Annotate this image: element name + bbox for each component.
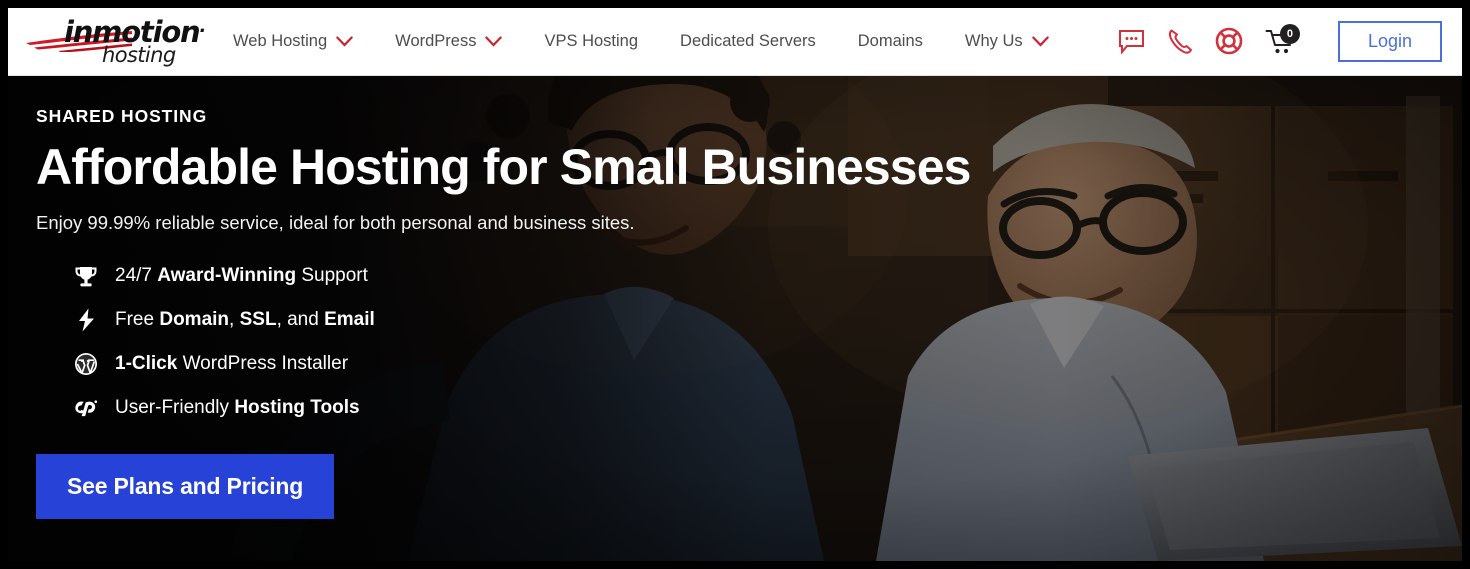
feature-label: 1-Click WordPress Installer — [115, 353, 349, 374]
feature-label: 24/7 Award-Winning Support — [115, 265, 368, 286]
nav-item-wordpress[interactable]: WordPress — [374, 32, 523, 51]
logo-tagline: hosting — [102, 42, 176, 67]
lightning-icon — [74, 308, 98, 332]
feature-item-free-domain-ssl-email: Free Domain, SSL, and Email — [74, 298, 1036, 342]
feature-item-support: 24/7 Award-Winning Support — [74, 254, 1036, 298]
hero-feature-list: 24/7 Award-Winning Support Free Domain, … — [74, 254, 1036, 430]
nav-item-domains[interactable]: Domains — [837, 32, 944, 51]
hero-banner: SHARED HOSTING Affordable Hosting for Sm… — [8, 76, 1462, 561]
see-plans-and-pricing-button[interactable]: See Plans and Pricing — [36, 454, 335, 519]
nav-label: WordPress — [395, 32, 477, 50]
chevron-down-icon — [336, 36, 353, 47]
feature-label: Free Domain, SSL, and Email — [115, 309, 375, 330]
chevron-down-icon — [1031, 36, 1049, 47]
cpanel-icon — [74, 398, 98, 418]
trophy-icon — [74, 265, 98, 288]
phone-icon[interactable] — [1167, 28, 1193, 55]
primary-navigation: Web Hosting WordPress VPS Hosting Dedica… — [212, 32, 1118, 51]
wordpress-icon — [74, 352, 98, 376]
page: inmotion. hosting Web Hosting WordPress … — [8, 8, 1462, 561]
page-title: Affordable Hosting for Small Businesses — [36, 139, 971, 195]
hero-content: SHARED HOSTING Affordable Hosting for Sm… — [36, 106, 1036, 519]
chat-icon[interactable] — [1118, 29, 1145, 54]
nav-label: Domains — [857, 32, 923, 50]
nav-item-vps-hosting[interactable]: VPS Hosting — [523, 32, 659, 51]
inmotion-hosting-logo[interactable]: inmotion. hosting — [24, 16, 206, 68]
feature-label: User-Friendly Hosting Tools — [115, 397, 360, 418]
site-header: inmotion. hosting Web Hosting WordPress … — [8, 8, 1462, 76]
hero-subheading: Enjoy 99.99% reliable service, ideal for… — [36, 212, 635, 233]
nav-item-dedicated-servers[interactable]: Dedicated Servers — [659, 32, 837, 51]
feature-item-hosting-tools: User-Friendly Hosting Tools — [74, 386, 1036, 430]
nav-label: Why Us — [964, 32, 1023, 50]
nav-item-web-hosting[interactable]: Web Hosting — [212, 32, 374, 51]
cart-count-badge: 0 — [1279, 23, 1300, 44]
hero-eyebrow: SHARED HOSTING — [36, 106, 208, 126]
nav-label: VPS Hosting — [544, 32, 639, 50]
lifering-support-icon[interactable] — [1215, 27, 1243, 55]
login-button[interactable]: Login — [1337, 20, 1442, 63]
feature-item-wordpress-installer: 1-Click WordPress Installer — [74, 342, 1036, 386]
chevron-down-icon — [485, 36, 503, 47]
shopping-cart-icon[interactable]: 0 — [1265, 23, 1300, 56]
header-actions: 0 Login — [1118, 20, 1442, 63]
screenshot-frame: inmotion. hosting Web Hosting WordPress … — [0, 0, 1470, 569]
nav-item-why-us[interactable]: Why Us — [944, 32, 1070, 51]
nav-label: Dedicated Servers — [680, 32, 816, 50]
nav-label: Web Hosting — [233, 32, 328, 50]
